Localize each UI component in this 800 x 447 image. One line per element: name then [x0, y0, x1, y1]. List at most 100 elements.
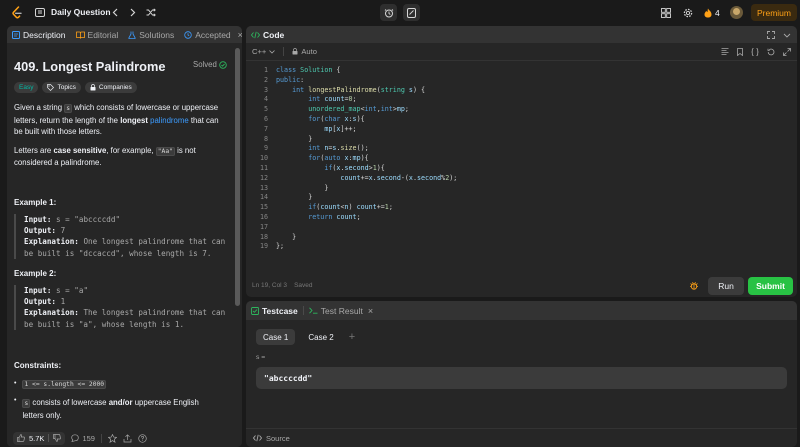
code-line: };: [276, 242, 285, 251]
example-explanation: be built is "a", whose length is 1.: [24, 319, 185, 329]
example-2-title: Example 2:: [14, 269, 57, 278]
braces-icon[interactable]: [751, 47, 759, 56]
bookmark-icon[interactable]: [737, 47, 743, 56]
collapse-icon[interactable]: [783, 31, 791, 39]
tab-description[interactable]: Description: [7, 26, 71, 43]
chevron-right-icon[interactable]: [128, 4, 138, 21]
desc-bold: longest: [120, 115, 148, 125]
tab-test-result-label: Test Result: [320, 305, 363, 316]
line-number: 17: [259, 222, 268, 231]
solved-status-label: Solved: [193, 60, 217, 69]
submit-button[interactable]: Submit: [748, 277, 793, 295]
layout-grid-icon[interactable]: [660, 4, 672, 21]
shuffle-icon[interactable]: [145, 4, 157, 21]
line-number: 13: [259, 183, 268, 192]
flask-icon: [128, 31, 136, 39]
code-line: public:: [276, 75, 305, 84]
palindrome-link[interactable]: palindrome: [150, 116, 189, 125]
case-2-tab[interactable]: Case 2: [301, 329, 340, 345]
line-number: 14: [259, 193, 268, 202]
streak-counter[interactable]: 4: [704, 4, 720, 21]
saved-status: Saved: [294, 282, 313, 289]
case-tabs: Case 1 Case 2 +: [256, 329, 355, 345]
terminal-icon: [308, 307, 318, 314]
timer-icon[interactable]: [380, 4, 397, 21]
code-panel: Code C++ Auto 1 2 3 4 5 6 7 8 9 10 11 12 13 14 15 16 17 1…: [246, 26, 797, 297]
line-number: 7: [263, 124, 268, 133]
reset-icon[interactable]: [767, 48, 775, 56]
tab-testcase-label: Testcase: [262, 305, 298, 316]
line-number: 8: [263, 134, 268, 143]
fullscreen-icon[interactable]: [783, 47, 791, 56]
difficulty-badge[interactable]: Easy: [14, 82, 39, 93]
chevron-left-icon[interactable]: [110, 4, 120, 21]
close-tab-icon[interactable]: ×: [238, 30, 242, 40]
source-footer[interactable]: Source: [246, 428, 797, 447]
line-number: 12: [259, 173, 268, 182]
debug-icon[interactable]: [689, 281, 699, 291]
case-1-tab[interactable]: Case 1: [256, 329, 296, 345]
chevron-down-icon: [269, 49, 276, 54]
testcase-input[interactable]: "abccccdd": [256, 367, 787, 389]
code-line: class Solution {: [276, 66, 341, 74]
thumbs-down-icon[interactable]: [53, 434, 62, 442]
description-paragraph-1: Given a string s which consists of lower…: [14, 102, 229, 138]
like-button[interactable]: 5.7K: [13, 431, 66, 445]
premium-button[interactable]: Premium: [751, 4, 797, 21]
gear-icon[interactable]: [682, 4, 694, 21]
tab-editorial[interactable]: Editorial: [71, 26, 124, 43]
code-editor[interactable]: class Solution {public: int longestPalin…: [276, 66, 457, 252]
run-button[interactable]: Run: [708, 277, 744, 295]
description-panel: Description Editorial Solutions Accepted…: [7, 26, 242, 447]
constraints-list: • 1 <= s.length <= 2000 • s consists of …: [14, 380, 229, 421]
example-1-block: Input: s = "abccccdd" Output: 7 Explanat…: [14, 214, 234, 259]
avatar[interactable]: [730, 6, 743, 19]
comment-count: 159: [82, 433, 95, 443]
tab-testcase[interactable]: Testcase: [246, 302, 303, 319]
constraint-item: • s consists of lowercase and/or upperca…: [14, 397, 229, 421]
comments-button[interactable]: 159: [71, 434, 95, 443]
example-input: s = "a": [56, 286, 89, 295]
close-tab-icon[interactable]: ×: [368, 306, 373, 316]
code-line: int longestPalindrome(string s) {: [292, 85, 426, 94]
source-label: Source: [266, 433, 290, 443]
example-explanation: The longest palindrome that can: [83, 308, 226, 318]
code-brackets-icon: [251, 31, 260, 39]
cursor-position: Ln 19, Col 3: [252, 282, 288, 289]
share-icon[interactable]: [123, 433, 132, 443]
problem-list-icon[interactable]: [34, 4, 46, 21]
constraints-title: Constraints:: [14, 361, 62, 370]
star-icon[interactable]: [107, 433, 117, 443]
language-select[interactable]: C++: [252, 47, 276, 56]
description-tabs: Description Editorial Solutions Accepted…: [7, 26, 242, 43]
notes-icon[interactable]: [403, 4, 420, 21]
help-icon[interactable]: [138, 433, 147, 443]
desc-bold: case sensitive: [53, 145, 107, 155]
tag-icon: [47, 84, 55, 91]
code-line: unordered_map<int,int>mp;: [308, 105, 409, 114]
add-case-icon[interactable]: +: [349, 331, 355, 343]
code-line: for(char x:s){: [308, 114, 365, 123]
format-icon[interactable]: [721, 48, 729, 55]
tab-test-result[interactable]: Test Result: [304, 302, 368, 319]
inline-code: "Aa": [155, 146, 175, 156]
auto-mode-toggle[interactable]: Auto: [292, 47, 317, 56]
topics-tag[interactable]: Topics: [42, 82, 81, 93]
streak-count: 4: [715, 7, 720, 18]
top-bar: Daily Question 4 Premium: [0, 0, 800, 25]
description-scrollbar[interactable]: [235, 48, 240, 306]
companies-tag[interactable]: Companies: [84, 82, 137, 93]
code-line: }: [292, 232, 297, 241]
output-label: Output:: [24, 226, 57, 236]
tab-solutions[interactable]: Solutions: [123, 26, 179, 43]
example-input: s = "abccccdd": [56, 215, 121, 224]
inline-code: s: [22, 399, 31, 408]
tab-code[interactable]: Code: [246, 26, 289, 43]
code-line: for(auto x:mp){: [308, 154, 369, 163]
tab-accepted[interactable]: Accepted: [179, 26, 235, 43]
solved-status: Solved: [193, 60, 227, 69]
daily-question-title[interactable]: Daily Question: [51, 7, 111, 17]
editor-toolbar: C++ Auto: [246, 43, 797, 61]
leetcode-logo-icon[interactable]: [9, 4, 24, 21]
maximize-icon[interactable]: [767, 30, 775, 39]
